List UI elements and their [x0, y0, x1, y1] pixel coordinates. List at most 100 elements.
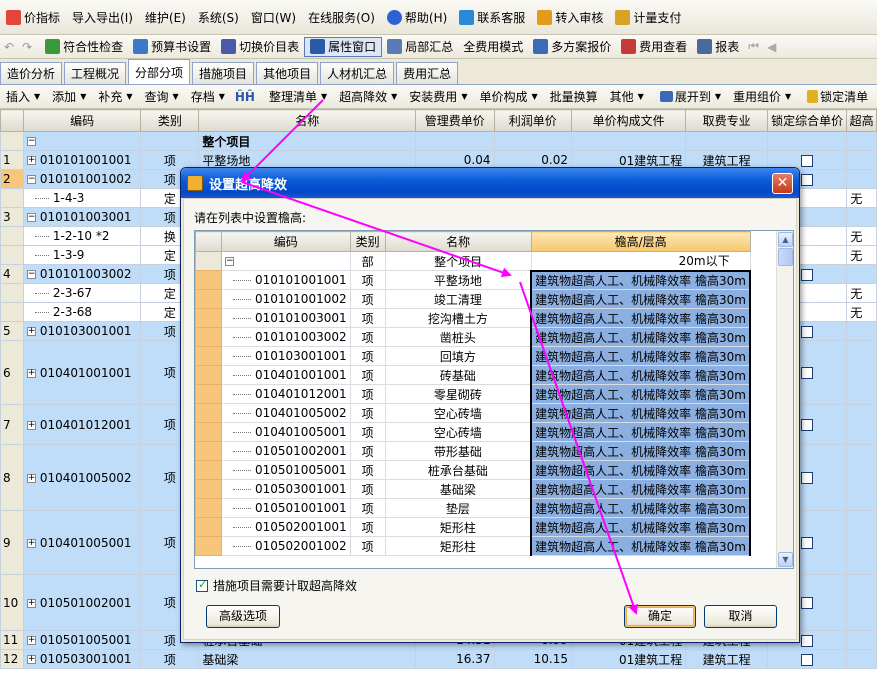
scroll-up-icon[interactable]: ▲: [778, 232, 793, 247]
dialog-title-bar[interactable]: 设置超高降效: [181, 168, 799, 198]
tab-1[interactable]: 工程概况: [64, 62, 127, 84]
fee-spec-cell[interactable]: 建筑工程: [685, 649, 768, 669]
dialog-type-cell[interactable]: 项: [349, 479, 386, 499]
code-cell[interactable]: 1-4-3: [22, 188, 142, 208]
dialog-row[interactable]: 010501002001 项带形基础 建筑物超高人工、机械降效率 檐高30m: [195, 441, 752, 461]
dialog-type-cell[interactable]: 部: [349, 251, 386, 271]
menu-item-2[interactable]: 维护(E): [139, 9, 192, 26]
grid-cell[interactable]: [766, 131, 848, 151]
lock-price-checkbox[interactable]: [801, 173, 814, 186]
column-header-7[interactable]: 锁定综合单价: [766, 109, 848, 132]
expand-icon[interactable]: +: [26, 473, 36, 483]
tab-5[interactable]: 人材机汇总: [320, 62, 395, 84]
type-cell[interactable]: 项: [140, 649, 200, 669]
code-cell[interactable]: −: [22, 131, 142, 151]
menu-item-0[interactable]: 价指标: [0, 9, 66, 26]
dialog-row[interactable]: 010103001001 项回填方 建筑物超高人工、机械降效率 檐高30m: [195, 346, 752, 366]
dialog-name-cell[interactable]: 挖沟槽土方: [384, 308, 532, 328]
dialog-name-cell[interactable]: 矩形柱: [384, 536, 532, 556]
dialog-code-cell[interactable]: 010103001001: [221, 346, 351, 366]
dialog-height-cell[interactable]: 建筑物超高人工、机械降效率 檐高30m: [530, 536, 752, 556]
tab-3[interactable]: 措施项目: [192, 62, 255, 84]
column-header-8[interactable]: 超高: [846, 109, 877, 132]
dialog-row[interactable]: 010502001001 项矩形柱 建筑物超高人工、机械降效率 檐高30m: [195, 517, 752, 537]
vertical-scrollbar[interactable]: ▲ ▼: [776, 231, 793, 568]
section-toolbar-button-11[interactable]: 展开到 ▼: [654, 88, 727, 105]
dialog-name-cell[interactable]: 基础梁: [384, 479, 532, 499]
section-toolbar-button-13[interactable]: 锁定清单: [801, 88, 874, 105]
type-cell[interactable]: [140, 131, 200, 151]
code-cell[interactable]: +010101001001: [22, 150, 142, 170]
advanced-options-button[interactable]: 高级选项: [206, 605, 280, 628]
tab-0[interactable]: 造价分析: [0, 62, 63, 84]
over-height-cell[interactable]: [846, 649, 877, 669]
dialog-height-cell[interactable]: 建筑物超高人工、机械降效率 檐高30m: [530, 498, 752, 518]
lock-price-checkbox[interactable]: [801, 634, 814, 647]
expand-icon[interactable]: +: [26, 655, 36, 664]
column-header-5[interactable]: 单价构成文件: [570, 109, 687, 132]
dialog-name-cell[interactable]: 竣工清理: [384, 289, 532, 309]
menu-item-8[interactable]: 转入审核: [531, 9, 609, 26]
dialog-code-cell[interactable]: 010401005001: [221, 422, 351, 442]
lock-price-checkbox[interactable]: [801, 653, 814, 666]
code-cell[interactable]: −010101003002: [22, 264, 142, 284]
measure-checkbox[interactable]: ✓: [196, 578, 208, 592]
dialog-height-cell[interactable]: 建筑物超高人工、机械降效率 檐高30m: [530, 346, 752, 366]
dialog-row[interactable]: 010401005001 项空心砖墙 建筑物超高人工、机械降效率 檐高30m: [195, 422, 752, 442]
dialog-type-cell[interactable]: 项: [349, 270, 386, 290]
dialog-height-cell[interactable]: 建筑物超高人工、机械降效率 檐高30m: [530, 365, 752, 385]
expand-icon[interactable]: +: [26, 538, 36, 548]
dialog-code-cell[interactable]: 010502001002: [221, 536, 351, 556]
over-height-cell[interactable]: [846, 510, 877, 575]
menu-item-7[interactable]: 联系客服: [453, 9, 531, 26]
toolbar-button-7[interactable]: 费用查看: [616, 38, 692, 55]
column-header-2[interactable]: 名称: [198, 109, 417, 132]
menu-item-5[interactable]: 在线服务(O): [302, 9, 381, 26]
over-height-cell[interactable]: [846, 264, 877, 284]
over-height-cell[interactable]: [846, 340, 877, 405]
dialog-row[interactable]: 010501001001 项垫层 建筑物超高人工、机械降效率 檐高30m: [195, 498, 752, 518]
lock-price-cell[interactable]: [766, 649, 848, 669]
column-header-1[interactable]: 类别: [140, 109, 200, 132]
menu-item-4[interactable]: 窗口(W): [245, 9, 302, 26]
menu-item-1[interactable]: 导入导出(I): [66, 9, 139, 26]
dialog-name-cell[interactable]: 凿桩头: [384, 327, 532, 347]
dialog-column-header-3[interactable]: 檐高/层高: [530, 231, 751, 252]
code-cell[interactable]: +010501005001: [22, 630, 142, 650]
expand-icon[interactable]: +: [26, 368, 36, 378]
section-toolbar-button-7[interactable]: 安装费用 ▼: [403, 88, 473, 105]
dialog-name-cell[interactable]: 垫层: [384, 498, 532, 518]
dialog-code-cell[interactable]: 010501005001: [221, 460, 351, 480]
dialog-type-cell[interactable]: 项: [349, 346, 386, 366]
dialog-height-cell[interactable]: 建筑物超高人工、机械降效率 檐高30m: [530, 403, 752, 423]
tab-4[interactable]: 其他项目: [256, 62, 319, 84]
dialog-name-cell[interactable]: 空心砖墙: [384, 403, 532, 423]
dialog-row[interactable]: 010101001001 项平整场地 建筑物超高人工、机械降效率 檐高30m: [195, 269, 752, 290]
section-toolbar-button-0[interactable]: 插入 ▼: [0, 88, 46, 105]
dialog-type-cell[interactable]: 项: [349, 517, 386, 537]
nav-first-icon[interactable]: ⏮: [744, 39, 763, 54]
grid-cell[interactable]: [846, 131, 877, 151]
collapse-icon[interactable]: −: [26, 270, 36, 279]
over-height-cell[interactable]: [846, 169, 877, 189]
dialog-type-cell[interactable]: 项: [349, 289, 386, 309]
over-height-cell[interactable]: [846, 150, 877, 170]
dialog-row[interactable]: 010401001001 项砖基础 建筑物超高人工、机械降效率 檐高30m: [195, 365, 752, 385]
redo-icon[interactable]: ↷: [18, 40, 40, 54]
dialog-row[interactable]: 010501005001 项桩承台基础 建筑物超高人工、机械降效率 檐高30m: [195, 460, 752, 480]
dialog-type-cell[interactable]: 项: [349, 536, 386, 556]
dialog-code-cell[interactable]: 010401012001: [221, 384, 351, 404]
dialog-row[interactable]: 010401005002 项空心砖墙 建筑物超高人工、机械降效率 檐高30m: [195, 403, 752, 423]
dialog-code-cell[interactable]: 010502001001: [221, 517, 351, 537]
dialog-type-cell[interactable]: 项: [349, 403, 386, 423]
over-height-cell[interactable]: [846, 207, 877, 227]
column-header-6[interactable]: 取费专业: [685, 109, 768, 132]
expand-icon[interactable]: +: [26, 327, 36, 336]
expand-icon[interactable]: +: [26, 156, 36, 165]
section-toolbar-button-5[interactable]: 整理清单 ▼: [263, 88, 333, 105]
dialog-name-cell[interactable]: 空心砖墙: [384, 422, 532, 442]
section-toolbar-button-6[interactable]: 超高降效 ▼: [333, 88, 403, 105]
code-cell[interactable]: −010101003001: [22, 207, 142, 227]
toolbar-button-2[interactable]: 切换价目表: [216, 38, 304, 55]
expand-icon[interactable]: +: [26, 420, 36, 430]
